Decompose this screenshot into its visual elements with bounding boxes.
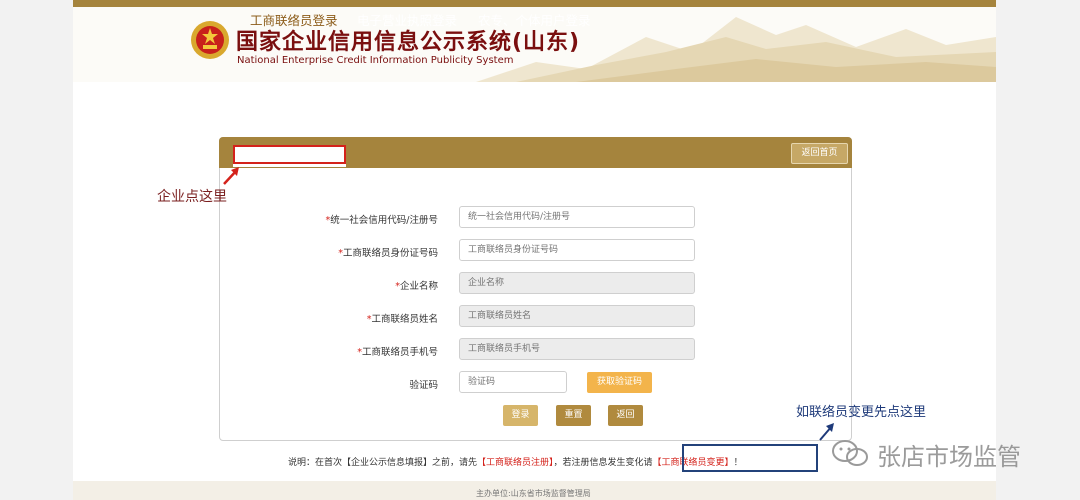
label-id-number: *工商联络员身份证号码 (338, 248, 438, 259)
captcha-input[interactable] (459, 371, 567, 393)
back-button[interactable]: 返回 (608, 405, 643, 426)
reset-button[interactable]: 重置 (556, 405, 591, 426)
tab-individual-login[interactable]: 农专、个体用户登录 (478, 10, 591, 29)
register-liaison-link[interactable]: 【工商联络员注册】 (477, 458, 554, 468)
label-liaison-name: *工商联络员姓名 (366, 314, 438, 325)
company-name-input (459, 272, 695, 294)
tab-liaison-login[interactable]: 工商联络员登录 (250, 10, 338, 29)
label-captcha: 验证码 (409, 380, 438, 391)
highlight-box-liaison-tab (233, 145, 346, 164)
national-emblem-icon (191, 21, 229, 59)
login-button[interactable]: 登录 (503, 405, 538, 426)
watermark-text: 张店市场监管 (877, 443, 1021, 471)
return-home-button[interactable]: 返回首页 (791, 143, 848, 164)
footer-sponsor-text: 主办单位:山东省市场监督管理局 (476, 489, 591, 498)
annotation-enterprise-here: 企业点这里 (157, 189, 227, 205)
annotation-arrow-icon (223, 167, 239, 185)
top-accent-bar (73, 0, 996, 7)
label-company-name: *企业名称 (395, 281, 438, 292)
tab-e-license-login[interactable]: 电子营业执照登录 (357, 10, 457, 29)
liaison-name-input (459, 305, 695, 327)
highlight-box-change-link (682, 444, 818, 472)
phone-input (459, 338, 695, 360)
id-number-input[interactable] (459, 239, 695, 261)
annotation-change-first: 如联络员变更先点这里 (796, 405, 927, 420)
instruction-note: 说明：在首次【企业公示信息填报】之前，请先【工商联络员注册】，若注册信息发生变化… (288, 458, 743, 468)
credit-code-input[interactable] (459, 206, 695, 228)
wechat-watermark: 张店市场监管 (830, 436, 1045, 471)
label-phone: *工商联络员手机号 (357, 347, 438, 358)
wechat-icon (832, 440, 868, 466)
get-code-button[interactable]: 获取验证码 (587, 372, 652, 393)
label-credit-code: *统一社会信用代码/注册号 (325, 215, 438, 226)
site-subtitle-en: National Enterprise Credit Information P… (237, 55, 514, 66)
